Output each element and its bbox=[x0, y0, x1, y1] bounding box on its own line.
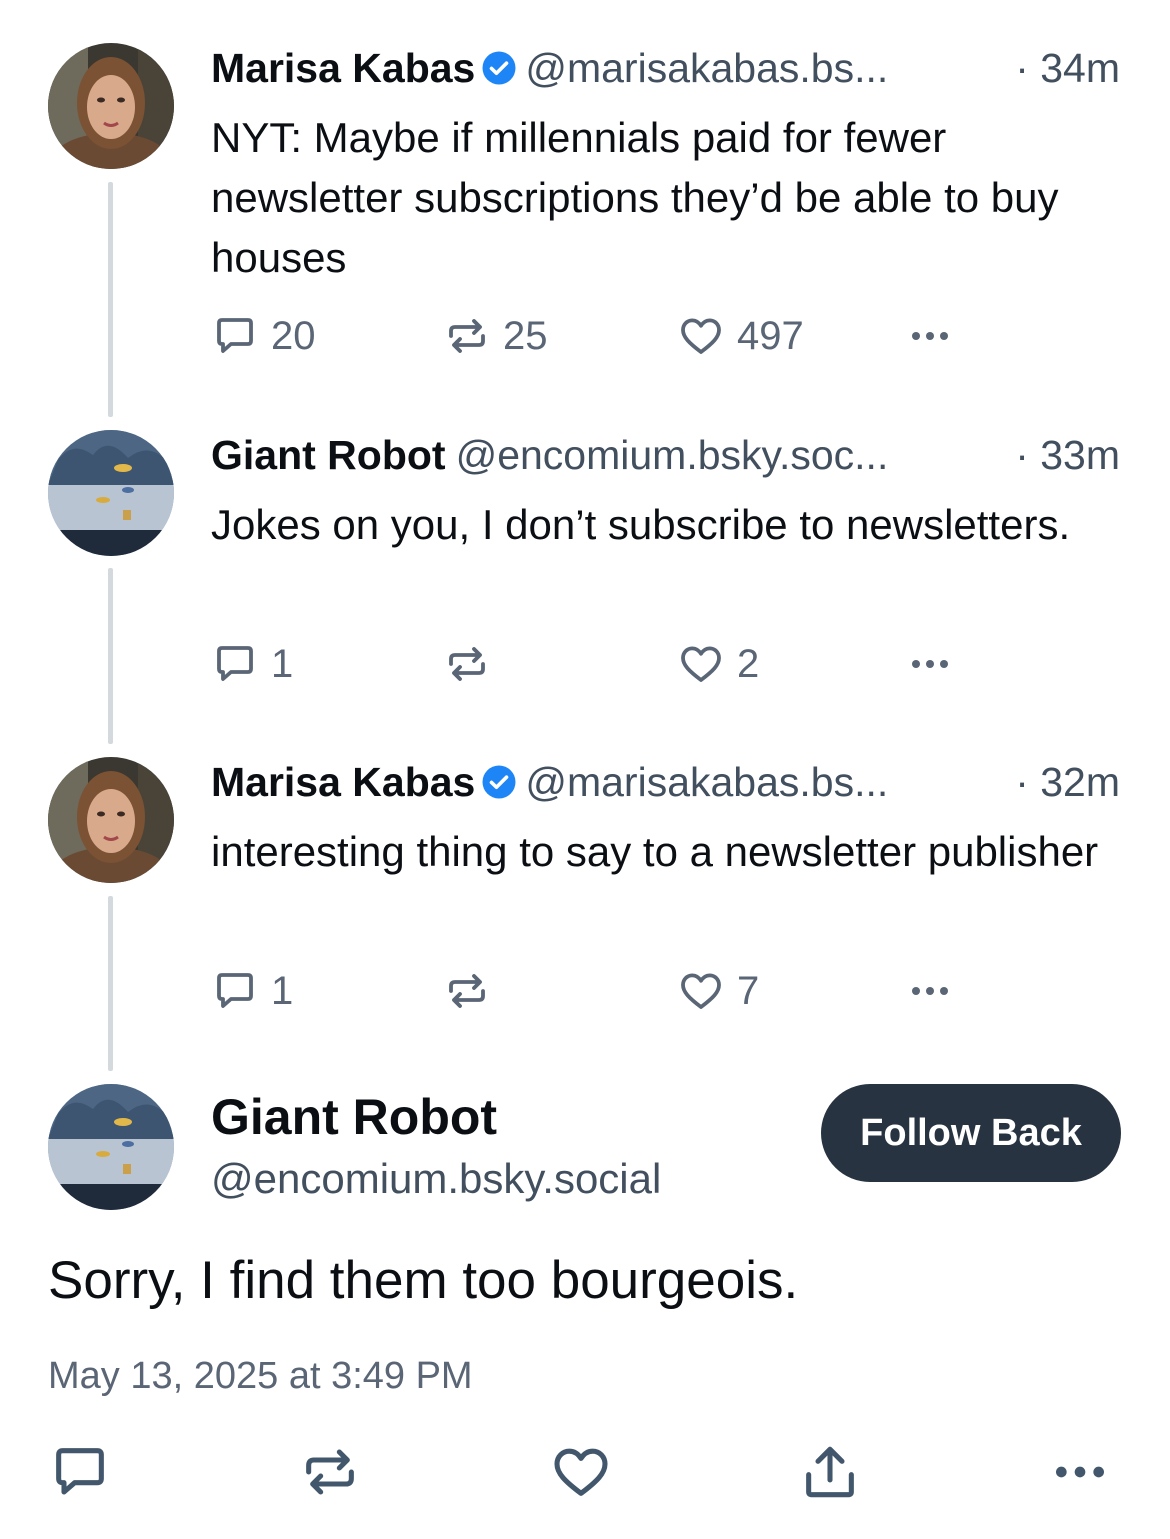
profile-photo-icon bbox=[48, 430, 174, 556]
author-name[interactable]: Marisa Kabas bbox=[211, 45, 475, 92]
avatar[interactable] bbox=[48, 43, 174, 169]
repost-button[interactable] bbox=[443, 967, 503, 1015]
reply-button[interactable] bbox=[48, 1440, 112, 1504]
reply-button[interactable]: 1 bbox=[211, 967, 293, 1015]
avatar[interactable] bbox=[48, 757, 174, 883]
repost-arrows-icon bbox=[443, 640, 491, 688]
post-time[interactable]: · 32m bbox=[1015, 759, 1120, 806]
thread-connector-line bbox=[108, 568, 113, 744]
post-time[interactable]: · 34m bbox=[1015, 45, 1120, 92]
author-handle[interactable]: @encomium.bsky.social bbox=[211, 1155, 661, 1203]
author-name[interactable]: Giant Robot bbox=[211, 1088, 497, 1146]
more-options-button[interactable] bbox=[1048, 1440, 1112, 1504]
post-action-bar bbox=[0, 1440, 1170, 1510]
ellipsis-icon bbox=[906, 312, 954, 360]
heart-icon bbox=[677, 967, 725, 1015]
post-text: Jokes on you, I don’t subscribe to newsl… bbox=[211, 501, 1071, 548]
thread-connector-line bbox=[108, 182, 113, 417]
share-button[interactable] bbox=[798, 1440, 862, 1504]
ellipsis-icon bbox=[906, 967, 954, 1015]
like-button[interactable]: 2 bbox=[677, 640, 759, 688]
speech-bubble-icon bbox=[48, 1440, 112, 1504]
like-button[interactable] bbox=[549, 1440, 613, 1504]
reply-count: 1 bbox=[271, 968, 294, 1013]
avatar[interactable] bbox=[48, 430, 174, 556]
speech-bubble-icon bbox=[211, 312, 259, 360]
author-handle[interactable]: @marisakabas.bs... bbox=[525, 759, 1001, 806]
speech-bubble-icon bbox=[211, 967, 259, 1015]
repost-arrows-icon bbox=[443, 967, 491, 1015]
reply-button[interactable]: 1 bbox=[211, 640, 293, 688]
post-actions: 1 7 bbox=[211, 967, 971, 1017]
avatar[interactable] bbox=[48, 1084, 174, 1210]
like-count: 7 bbox=[737, 968, 760, 1013]
ellipsis-icon bbox=[906, 640, 954, 688]
post-text: interesting thing to say to a newsletter… bbox=[211, 828, 1099, 875]
reply-button[interactable]: 20 bbox=[211, 312, 316, 360]
verified-check-icon bbox=[481, 764, 517, 800]
more-options-button[interactable] bbox=[906, 967, 954, 1015]
profile-photo-icon bbox=[48, 1084, 174, 1210]
author-handle[interactable]: @encomium.bsky.soc... bbox=[456, 432, 1002, 479]
profile-photo-icon bbox=[48, 43, 174, 169]
post-time[interactable]: · 33m bbox=[1015, 432, 1120, 479]
ellipsis-icon bbox=[1048, 1440, 1112, 1504]
thread-connector-line bbox=[108, 896, 113, 1071]
repost-button[interactable]: 25 bbox=[443, 312, 548, 360]
post-timestamp: May 13, 2025 at 3:49 PM bbox=[48, 1355, 473, 1397]
like-button[interactable]: 497 bbox=[677, 312, 804, 360]
heart-icon bbox=[549, 1440, 613, 1504]
reply-count: 20 bbox=[271, 313, 316, 358]
like-count: 2 bbox=[737, 641, 760, 686]
author-name[interactable]: Marisa Kabas bbox=[211, 759, 475, 806]
heart-icon bbox=[677, 312, 725, 360]
repost-count: 25 bbox=[503, 313, 548, 358]
speech-bubble-icon bbox=[211, 640, 259, 688]
profile-photo-icon bbox=[48, 757, 174, 883]
post-actions: 20 25 497 bbox=[211, 312, 971, 362]
like-button[interactable]: 7 bbox=[677, 967, 759, 1015]
verified-check-icon bbox=[481, 50, 517, 86]
repost-arrows-icon bbox=[298, 1440, 362, 1504]
repost-button[interactable] bbox=[298, 1440, 362, 1504]
more-options-button[interactable] bbox=[906, 312, 954, 360]
author-name[interactable]: Giant Robot bbox=[211, 432, 446, 479]
post-actions: 1 2 bbox=[211, 640, 971, 690]
repost-button[interactable] bbox=[443, 640, 503, 688]
follow-back-button[interactable]: Follow Back bbox=[821, 1084, 1121, 1182]
post-text: NYT: Maybe if millennials paid for fewer… bbox=[211, 114, 1059, 281]
author-handle[interactable]: @marisakabas.bs... bbox=[525, 45, 1001, 92]
post-text: Sorry, I find them too bourgeois. bbox=[48, 1251, 799, 1310]
share-upload-icon bbox=[798, 1440, 862, 1504]
reply-count: 1 bbox=[271, 641, 294, 686]
heart-icon bbox=[677, 640, 725, 688]
like-count: 497 bbox=[737, 313, 804, 358]
repost-arrows-icon bbox=[443, 312, 491, 360]
more-options-button[interactable] bbox=[906, 640, 954, 688]
